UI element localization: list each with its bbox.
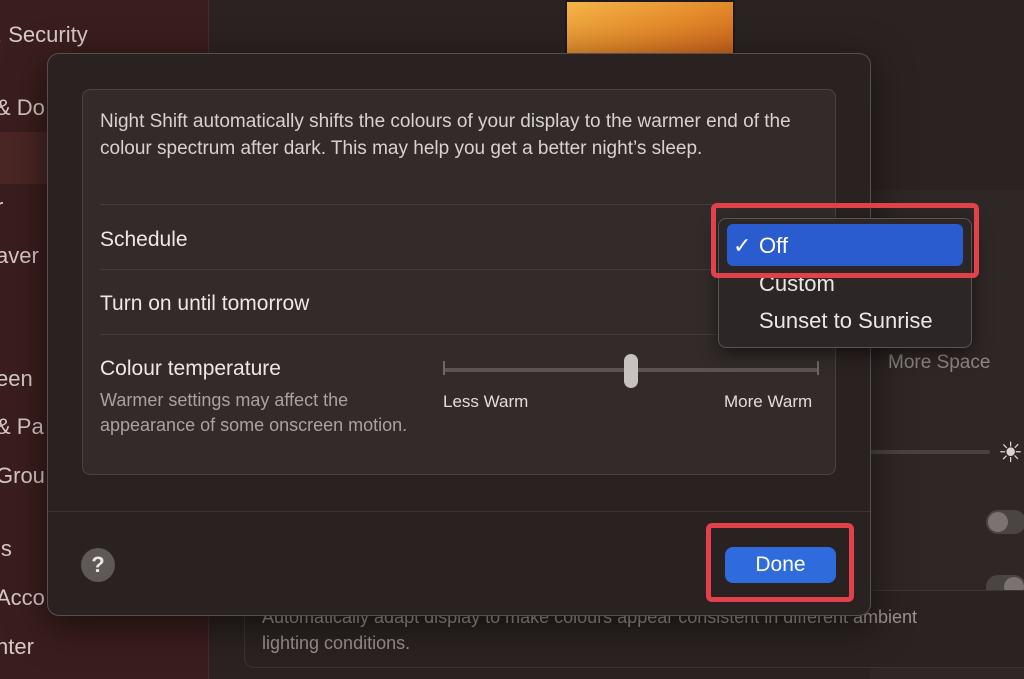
colour-temperature-slider-knob[interactable] [624, 354, 638, 388]
auto-brightness-toggle[interactable] [986, 510, 1024, 534]
sidebar-item-keyboard[interactable]: ls [0, 536, 12, 562]
help-button[interactable]: ? [81, 548, 115, 582]
annotation-highlight-done [706, 523, 854, 602]
less-warm-label: Less Warm [443, 392, 529, 411]
sidebar-item-groups[interactable]: Grou [0, 463, 45, 489]
footer-divider [48, 511, 870, 512]
brightness-slider[interactable] [870, 450, 990, 454]
slider-min-tick [443, 361, 445, 375]
wallpaper-thumbnail [565, 0, 735, 56]
sidebar-item-printers[interactable]: nter [0, 634, 34, 660]
sidebar-item-wallpaper[interactable]: r [0, 194, 3, 220]
sidebar-item-security[interactable]: . Security [0, 22, 88, 48]
sun-icon: ☀ [998, 437, 1024, 468]
colour-temperature-subtitle: Warmer settings may affect the appearanc… [100, 390, 408, 435]
turn-on-until-tomorrow-label: Turn on until tomorrow [100, 292, 310, 315]
more-warm-label: More Warm [724, 392, 813, 411]
menu-item-sunset-to-sunrise[interactable]: Sunset to Sunrise [759, 308, 933, 334]
sidebar-item-passwords[interactable]: & Pa [0, 414, 44, 440]
annotation-highlight-off [711, 203, 979, 278]
sidebar-item-accounts[interactable]: Acco [0, 585, 45, 611]
sidebar-item-lock-screen[interactable]: een [0, 366, 33, 392]
night-shift-description: Night Shift automatically shifts the col… [100, 111, 791, 159]
sidebar-item-dock[interactable]: & Do [0, 95, 45, 121]
slider-max-tick [817, 361, 819, 375]
schedule-label: Schedule [100, 228, 188, 251]
colour-temperature-label: Colour temperature [100, 357, 281, 380]
more-space-label: More Space [888, 352, 991, 373]
sidebar-item-screen-saver[interactable]: aver [0, 243, 39, 269]
